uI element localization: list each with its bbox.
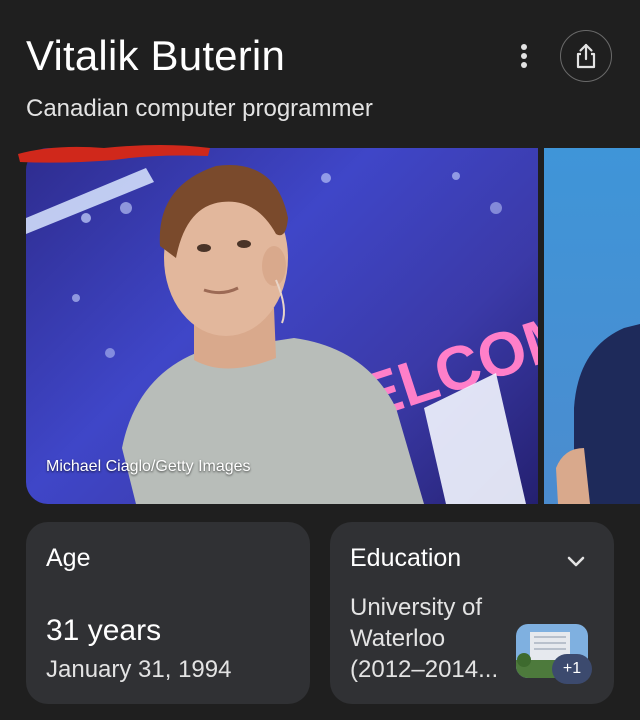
main-photo[interactable]: WELCOME TO	[26, 148, 538, 504]
chevron-down-icon[interactable]	[564, 550, 588, 574]
age-label: Age	[46, 544, 91, 572]
birth-date: January 31, 1994	[46, 656, 232, 683]
entity-subtitle: Canadian computer programmer	[26, 95, 373, 122]
education-line: University of	[350, 594, 483, 621]
age-card[interactable]: Age 31 years January 31, 1994	[26, 522, 310, 704]
share-button[interactable]	[560, 30, 612, 82]
education-line: (2012–2014...	[350, 656, 499, 683]
secondary-photo[interactable]	[544, 148, 640, 504]
redaction-mark	[18, 145, 210, 163]
age-value: 31 years	[46, 614, 162, 647]
education-value: University of Waterloo (2012–2014...	[350, 592, 510, 685]
entity-title: Vitalik Buterin	[26, 32, 286, 79]
secondary-photo-illustration	[556, 324, 640, 504]
more-vert-icon	[521, 44, 527, 68]
photo-illustration: WELCOME TO	[26, 165, 538, 504]
education-label: Education	[350, 544, 462, 572]
more-options-button[interactable]	[506, 38, 542, 74]
education-card[interactable]: Education University of Waterloo (2012–2…	[330, 522, 614, 704]
education-line: Waterloo	[350, 625, 446, 652]
more-images-badge[interactable]: +1	[552, 654, 592, 684]
share-icon	[576, 43, 596, 69]
photo-credit: Michael Ciaglo/Getty Images	[46, 458, 251, 475]
